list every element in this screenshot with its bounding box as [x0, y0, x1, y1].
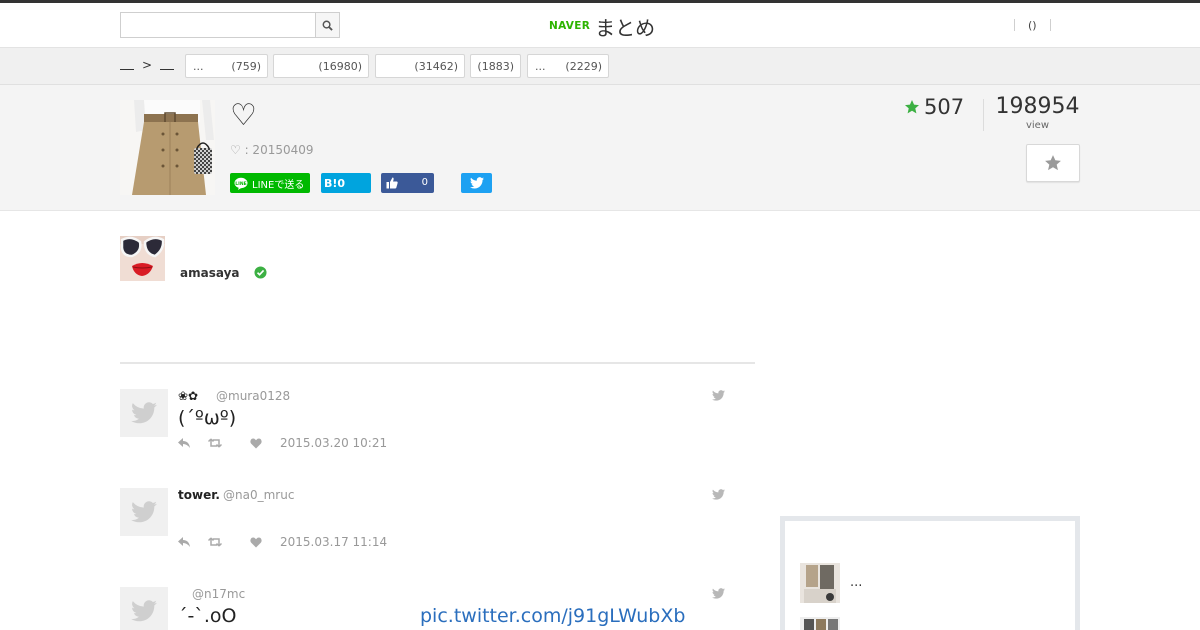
search-icon: [322, 20, 333, 31]
matome-update-date: ♡ : 20150409: [230, 143, 314, 157]
view-count-label: view: [1025, 120, 1050, 131]
search-input[interactable]: [121, 13, 316, 37]
search-box: [120, 12, 340, 38]
breadcrumb-item[interactable]: [120, 60, 134, 70]
related-matome-panel: ...: [780, 516, 1080, 630]
fashion-thumbnail-image: [800, 617, 840, 630]
twitter-share-button[interactable]: [461, 173, 492, 193]
verified-check-icon: [254, 266, 267, 279]
category-tab-count: (2229): [565, 60, 602, 73]
tweet-image-link[interactable]: pic.twitter.com/j91gLWubXb: [420, 605, 685, 627]
content-divider: [120, 362, 755, 364]
star-icon: [905, 100, 919, 114]
twitter-bird-icon: [469, 177, 484, 189]
author-name[interactable]: amasaya: [180, 266, 240, 280]
category-tab[interactable]: ... (759): [185, 54, 268, 78]
twitter-bird-icon: [131, 402, 157, 424]
tweet-item: tower. @na0_mruc 2015.03.17 11:14: [120, 488, 730, 549]
tweet-user-handle[interactable]: @na0_mruc: [223, 488, 294, 502]
twitter-bird-icon[interactable]: [712, 390, 725, 401]
related-matome-item[interactable]: ...: [800, 563, 1070, 603]
view-count: 198954 view: [990, 94, 1085, 132]
related-matome-thumbnail: [800, 617, 840, 630]
favorite-count: 507: [904, 95, 964, 119]
category-tab-name: ...: [535, 60, 546, 73]
view-count-value: 198954: [995, 94, 1080, 119]
search-button[interactable]: [315, 13, 339, 37]
breadcrumb: >: [120, 58, 175, 72]
star-icon: [1045, 155, 1061, 171]
line-share-button[interactable]: LINE LINEで送る: [230, 173, 310, 193]
tweet-text: ´-`.oO: [178, 605, 237, 627]
stats-separator: [983, 99, 984, 131]
matome-header: ♡ ♡ : 20150409 LINE LINEで送る B!0 0 507 19…: [0, 85, 1200, 211]
line-icon: LINE: [234, 177, 248, 190]
tweet-text: (´ºωº): [178, 407, 237, 429]
svg-text:LINE: LINE: [235, 181, 246, 187]
tweet-actions: [178, 436, 262, 450]
category-tab-name: ...: [193, 60, 204, 73]
related-matome-title: ...: [850, 575, 863, 590]
matome-thumbnail[interactable]: [120, 100, 215, 195]
heart-icon[interactable]: [250, 536, 262, 548]
logo-matome-text: まとめ: [595, 15, 656, 40]
heart-icon[interactable]: [250, 437, 262, 449]
matome-title: ♡: [230, 98, 257, 133]
tweet-user-name[interactable]: tower.: [178, 488, 220, 502]
logo-naver-text: NAVER: [549, 20, 591, 32]
retweet-icon[interactable]: [208, 438, 222, 448]
category-tab[interactable]: (1883): [470, 54, 521, 78]
site-header: NAVER まとめ (): [0, 3, 1200, 48]
facebook-like-count: 0: [421, 177, 428, 188]
fashion-thumbnail-image: [800, 563, 840, 603]
twitter-bird-icon: [131, 600, 157, 622]
header-user-link[interactable]: (): [1015, 19, 1050, 32]
twitter-bird-icon[interactable]: [712, 489, 725, 500]
category-tab[interactable]: (31462): [375, 54, 465, 78]
tweet-user-name[interactable]: ❀✿: [178, 389, 198, 403]
tweet-item: @n17mc ´-`.oO pic.twitter.com/j91gLWubXb: [120, 587, 730, 630]
author-avatar-image: [120, 236, 165, 281]
category-tab-count: (1883): [477, 60, 514, 73]
add-favorite-button[interactable]: [1026, 144, 1080, 182]
facebook-like-button[interactable]: 0: [381, 173, 434, 193]
twitter-bird-icon[interactable]: [712, 588, 725, 599]
category-tab-count: (759): [231, 60, 261, 73]
thumbs-up-icon: [386, 177, 398, 189]
favorite-count-value: 507: [924, 95, 965, 119]
category-tab[interactable]: (16980): [273, 54, 369, 78]
category-bar: > ... (759) (16980) (31462) (1883) ... (…: [0, 48, 1200, 85]
trench-skirt-image: [120, 100, 215, 195]
author-avatar[interactable]: [120, 236, 165, 281]
tweet-user-handle[interactable]: @mura0128: [216, 389, 290, 403]
tweet-timestamp[interactable]: 2015.03.20 10:21: [280, 436, 387, 450]
category-tab-count: (31462): [414, 60, 458, 73]
reply-icon[interactable]: [178, 438, 190, 448]
category-tab[interactable]: ... (2229): [527, 54, 609, 78]
tweet-avatar[interactable]: [120, 488, 168, 536]
naver-matome-logo[interactable]: NAVER まとめ: [549, 13, 656, 40]
related-matome-item[interactable]: [800, 617, 1070, 630]
breadcrumb-item[interactable]: [160, 60, 175, 70]
tweet-item: ❀✿ @mura0128 (´ºωº) 2015.03.20 10:21: [120, 389, 730, 450]
category-tab-count: (16980): [318, 60, 362, 73]
retweet-icon[interactable]: [208, 537, 222, 547]
tweet-timestamp[interactable]: 2015.03.17 11:14: [280, 535, 387, 549]
related-matome-thumbnail: [800, 563, 840, 603]
tweet-actions: [178, 535, 262, 549]
twitter-bird-icon: [131, 501, 157, 523]
reply-icon[interactable]: [178, 537, 190, 547]
header-right-links: (): [1014, 17, 1051, 33]
hatena-bookmark-button[interactable]: B!0: [321, 173, 371, 193]
line-share-label: LINEで送る: [252, 179, 305, 191]
tweet-user-handle[interactable]: @n17mc: [192, 587, 245, 601]
breadcrumb-separator: >: [142, 58, 153, 72]
hatena-bookmark-label: B!0: [324, 176, 346, 190]
tweet-avatar[interactable]: [120, 587, 168, 630]
tweet-avatar[interactable]: [120, 389, 168, 437]
header-separator: [1049, 19, 1051, 31]
